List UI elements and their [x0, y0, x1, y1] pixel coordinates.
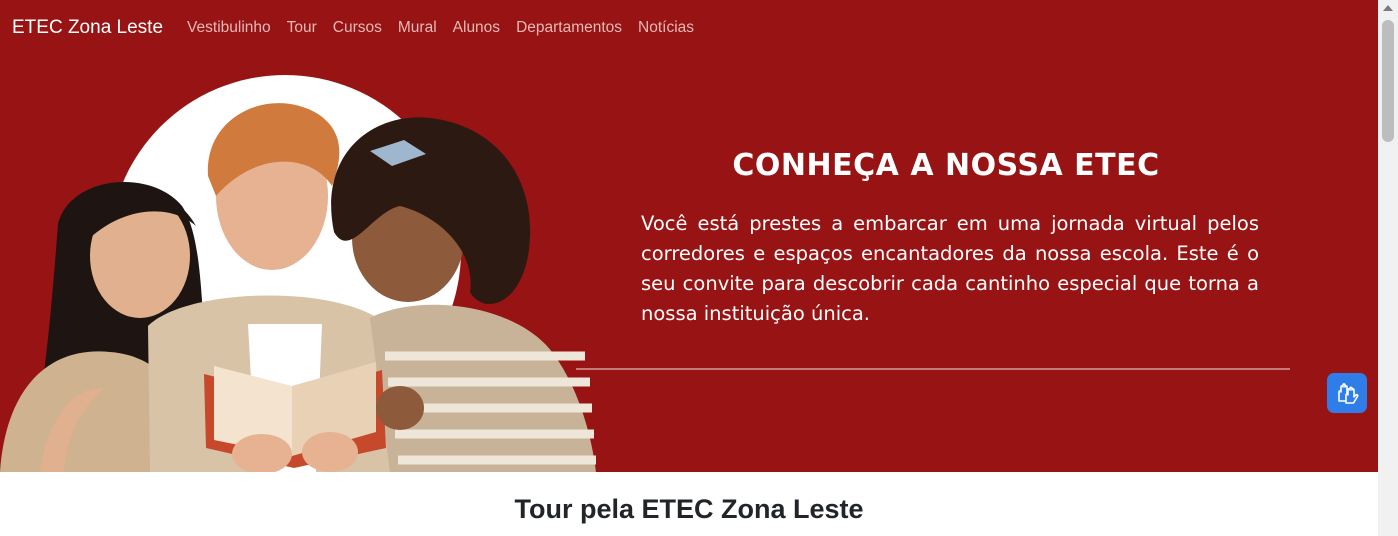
top-navbar: ETEC Zona Leste Vestibulinho Tour Cursos…: [0, 0, 1378, 56]
hero-description: Você está prestes a embarcar em uma jorn…: [641, 212, 1259, 325]
scroll-up-arrow-icon[interactable]: [1383, 5, 1393, 11]
tour-section-title: Tour pela ETEC Zona Leste: [514, 494, 864, 524]
scroll-thumb[interactable]: [1382, 20, 1394, 142]
hero-divider: [576, 368, 1290, 370]
sign-language-hands-icon: [1338, 383, 1359, 404]
accessibility-vlibras-button[interactable]: [1327, 373, 1367, 413]
nav-link-vestibulinho[interactable]: Vestibulinho: [179, 19, 279, 37]
nav-link-alunos[interactable]: Alunos: [445, 19, 508, 37]
hero-title: CONHEÇA A NOSSA ETEC: [732, 148, 1160, 183]
hero-banner: CONHEÇA A NOSSA ETEC Você está prestes a…: [0, 56, 1378, 472]
page-scrollbar[interactable]: [1378, 0, 1398, 536]
nav-link-noticias[interactable]: Notícias: [630, 19, 702, 37]
nav-link-cursos[interactable]: Cursos: [325, 19, 390, 37]
nav-link-tour[interactable]: Tour: [279, 19, 325, 37]
brand-link[interactable]: ETEC Zona Leste: [12, 17, 163, 39]
nav-link-mural[interactable]: Mural: [390, 19, 445, 37]
nav-links: Vestibulinho Tour Cursos Mural Alunos De…: [179, 19, 702, 37]
hero-students-illustration: [0, 75, 596, 472]
nav-link-departamentos[interactable]: Departamentos: [508, 19, 630, 37]
